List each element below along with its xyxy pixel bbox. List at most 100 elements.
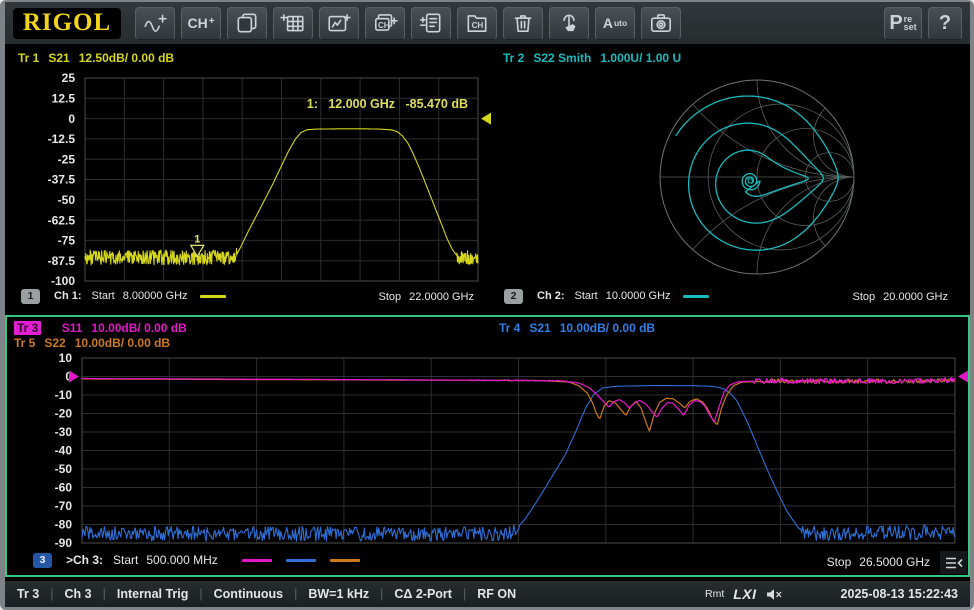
channel3-badge[interactable]: 3 [33, 553, 52, 568]
touch-icon [556, 11, 582, 35]
trace3-meas: S11 [62, 321, 83, 335]
delete-button[interactable] [503, 7, 543, 40]
trace5-header[interactable]: Tr 5S2210.00dB/ 0.00 dB [14, 336, 179, 350]
y-axis-label: 10 [59, 351, 73, 365]
channel3-start-value[interactable]: 500.000 MHz [146, 553, 217, 567]
y-axis-label: 0 [68, 112, 75, 126]
channel2-start-label: Start [575, 290, 598, 302]
trace1-color-key [200, 295, 226, 298]
trace3-header[interactable]: Tr 3 S1110.00dB/ 0.00 dB [14, 321, 196, 335]
channel3-stop[interactable]: Stop26.5000 GHz [827, 555, 930, 569]
channel2-panel: Tr 2S22 Smith1.000U/ 1.00 U 2 Ch 2: Star… [492, 44, 970, 315]
menu-expand-button[interactable] [940, 551, 967, 574]
speaker-muted-icon[interactable] [766, 588, 783, 601]
channel3-footer: 3 >Ch 3: Start 500.000 MHz [33, 551, 369, 569]
channel2-stop[interactable]: Stop20.0000 GHz [853, 291, 948, 303]
table-plus-icon [280, 11, 306, 35]
trace4-scale: 10.00dB/ 0.00 dB [560, 321, 655, 335]
add-trace-window-button[interactable] [319, 7, 359, 40]
y-axis-label: -25 [58, 152, 76, 166]
channel1-plot[interactable]: 2512.50-12.5-25-37.5-50-62.5-75-87.5-100… [23, 70, 492, 289]
channel1-name: Ch 1: [54, 290, 82, 302]
chart-plus-icon [326, 11, 352, 35]
channel2-smith-chart[interactable] [655, 75, 859, 279]
help-icon: ? [939, 12, 951, 35]
trace2-header[interactable]: Tr 2S22 Smith1.000U/ 1.00 U [503, 51, 690, 65]
vna-screen: RIGOL CH+CHCHAuto P reset ? Tr 1S2112.50… [0, 0, 974, 610]
y-axis-label: 25 [62, 71, 76, 85]
trace4-header[interactable]: Tr 4 S21 10.00dB/ 0.00 dB [499, 321, 664, 335]
y-axis-label: -10 [55, 388, 73, 402]
add-channel-window-button[interactable]: CH [365, 7, 405, 40]
ref-level-marker-right[interactable] [481, 113, 491, 125]
preset-sub-label: reset [904, 15, 917, 31]
y-axis-label: -20 [55, 407, 73, 421]
lxi-indicator[interactable]: LXI [733, 586, 756, 602]
help-button[interactable]: ? [928, 7, 962, 40]
y-axis-label: -62.5 [48, 213, 76, 227]
auto-button-small-label: uto [614, 18, 627, 28]
channel3-name: >Ch 3: [66, 553, 103, 567]
trace1-label: Tr 1 [18, 51, 39, 65]
channel1-start-label: Start [92, 290, 115, 302]
channel1-start-value[interactable]: 8.00000 GHz [123, 290, 188, 302]
channel1-footer: 1 Ch 1: Start 8.00000 GHz [21, 287, 235, 305]
svg-text:CH: CH [472, 21, 484, 30]
status-items: Tr 3|Ch 3|Internal Trig|Continuous|BW=1 … [5, 587, 516, 601]
screen-content: RIGOL CH+CHCHAuto P reset ? Tr 1S2112.50… [5, 2, 970, 607]
y-axis-label: -50 [55, 462, 73, 476]
channel2-name: Ch 2: [537, 290, 565, 302]
channel2-start-value[interactable]: 10.0000 GHz [606, 290, 671, 302]
status-bar: Tr 3|Ch 3|Internal Trig|Continuous|BW=1 … [5, 581, 970, 607]
status-item-rf-on[interactable]: RF ON [477, 587, 516, 601]
channel2-footer: 2 Ch 2: Start 10.0000 GHz [504, 287, 718, 305]
channel1-badge[interactable]: 1 [21, 289, 40, 304]
window-layout-button[interactable] [227, 7, 267, 40]
status-item-internal-trig[interactable]: Internal Trig [117, 587, 189, 601]
channel2-badge[interactable]: 2 [504, 289, 523, 304]
channel3-panel: Tr 3 S1110.00dB/ 0.00 dB Tr 5S2210.00dB/… [5, 315, 970, 577]
y-axis-label: -37.5 [48, 173, 76, 187]
main-toolbar: RIGOL CH+CHCHAuto P reset ? [5, 2, 970, 44]
ref-level-marker-right[interactable] [958, 371, 968, 383]
channel1-panel: Tr 1S2112.50dB/ 0.00 dB 2512.50-12.5-25-… [5, 44, 492, 315]
channel-table-button[interactable] [273, 7, 313, 40]
svg-text:CH: CH [378, 21, 390, 30]
status-separator: | [50, 587, 53, 601]
trace5-color-key [330, 559, 360, 562]
trace4-label: Tr 4 [499, 321, 520, 335]
datetime[interactable]: 2025-08-13 15:22:43 [841, 587, 958, 601]
status-item-tr-3[interactable]: Tr 3 [17, 587, 39, 601]
trash-icon [510, 11, 536, 35]
y-axis-label: -60 [55, 481, 73, 495]
status-item-bw-1-khz[interactable]: BW=1 kHz [308, 587, 369, 601]
y-axis-label: -40 [55, 444, 73, 458]
folder-ch-icon: CH [464, 11, 490, 35]
add-channel-button[interactable]: CH+ [181, 7, 221, 40]
layers-icon [234, 11, 260, 35]
trace1-header[interactable]: Tr 1S2112.50dB/ 0.00 dB [18, 51, 183, 65]
auto-button[interactable]: Auto [595, 7, 635, 40]
status-item-ch-3[interactable]: Ch 3 [65, 587, 92, 601]
preset-label: P [889, 13, 902, 33]
status-separator: | [380, 587, 383, 601]
auto-button-label: A [603, 16, 613, 30]
y-axis-label: 12.5 [52, 92, 76, 106]
channel1-stop[interactable]: Stop22.0000 GHz [379, 291, 474, 303]
status-separator: | [199, 587, 202, 601]
touch-button[interactable] [549, 7, 589, 40]
preset-button[interactable]: P reset [884, 7, 922, 40]
add-trace-button[interactable] [135, 7, 175, 40]
ref-level-marker-left[interactable] [69, 371, 79, 383]
channel3-plot[interactable]: 100-10-20-30-40-50-60-70-80-90 [20, 350, 970, 551]
menu-expand-icon [944, 555, 964, 571]
channel3-start-label: Start [113, 553, 138, 567]
status-item-c-2-port[interactable]: CΔ 2-Port [394, 587, 452, 601]
save-channel-button[interactable]: CH [457, 7, 497, 40]
screenshot-button[interactable] [641, 7, 681, 40]
y-axis-label: -80 [55, 518, 73, 532]
status-item-continuous[interactable]: Continuous [214, 587, 283, 601]
plot-grid [82, 358, 955, 543]
meas-setup-button[interactable] [411, 7, 451, 40]
trace4-meas: S21 [529, 321, 550, 335]
